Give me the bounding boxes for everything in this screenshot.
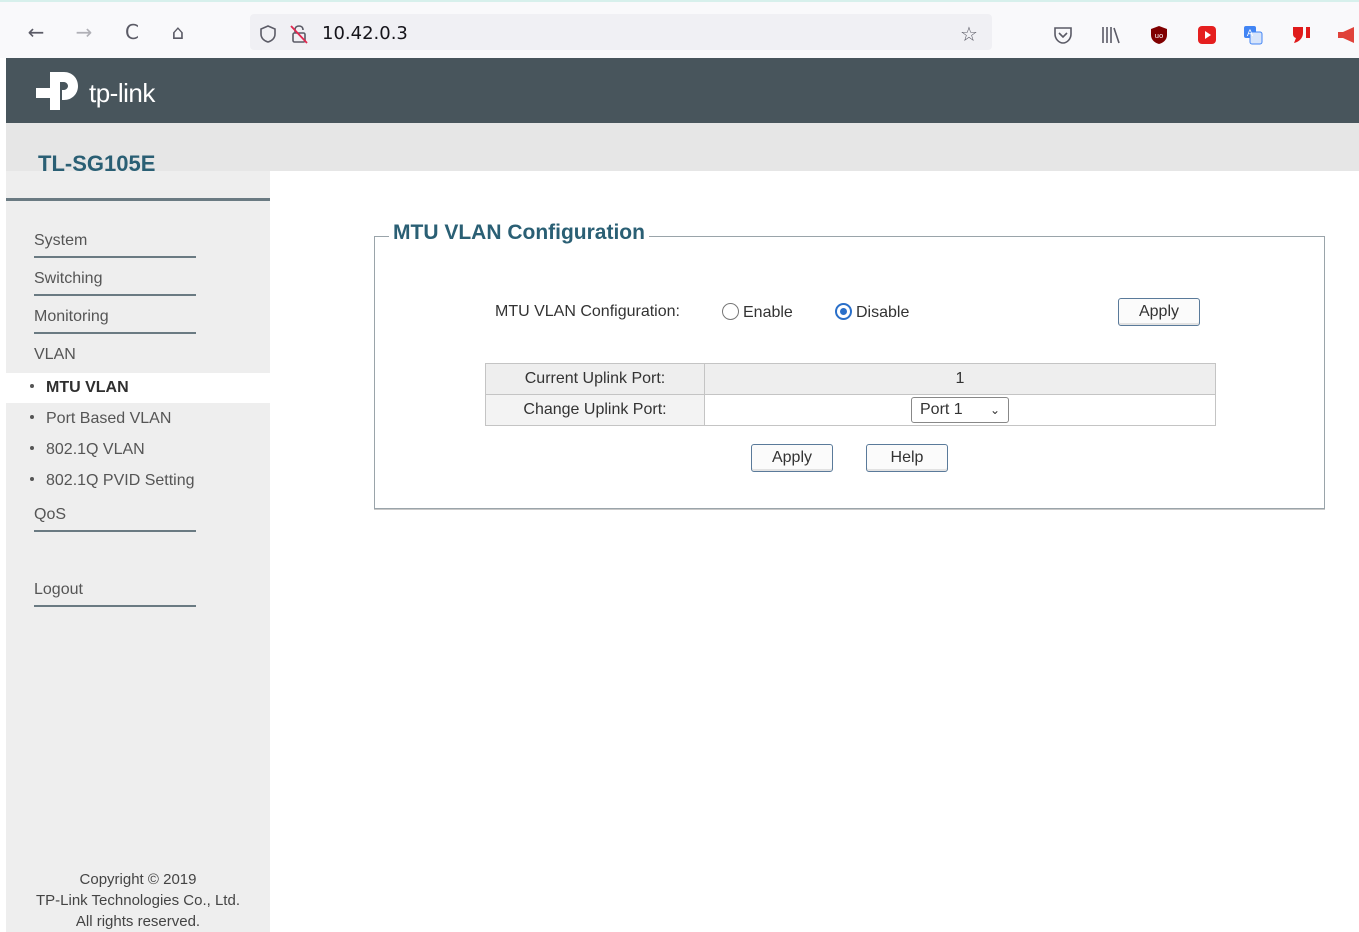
uplink-port-selected: Port 1 — [920, 401, 963, 418]
disable-label: Disable — [856, 304, 910, 321]
brand-name: tp-link — [89, 78, 155, 108]
home-icon[interactable]: ⌂ — [166, 20, 190, 44]
copyright-line: TP-Link Technologies Co., Ltd. — [35, 892, 240, 909]
copyright-line: Copyright © 2019 — [79, 871, 197, 888]
sidebar-item-monitoring[interactable]: Monitoring — [34, 308, 196, 334]
sidebar-item-switching[interactable]: Switching — [34, 270, 196, 296]
radio-disable-circle[interactable] — [835, 303, 852, 320]
back-icon[interactable]: ← — [24, 20, 48, 44]
url-text[interactable]: 10.42.0.3 — [322, 23, 408, 44]
copyright: Copyright © 2019 TP-Link Technologies Co… — [6, 869, 270, 932]
sidebar-item-qos[interactable]: QoS — [34, 506, 196, 532]
megaphone-icon[interactable] — [1336, 24, 1358, 46]
apply-mode-button[interactable]: Apply — [1118, 298, 1200, 326]
reload-icon[interactable]: C — [120, 20, 144, 44]
sidebar-item-vlan[interactable]: VLAN — [34, 346, 76, 364]
copyright-line: All rights reserved. — [75, 913, 201, 930]
bullet-icon — [30, 384, 34, 389]
uplink-port-select[interactable]: Port 1 ⌄ — [911, 397, 1009, 423]
sidebar-divider — [6, 198, 270, 201]
table-row: Current Uplink Port: 1 — [485, 363, 1216, 395]
sidebar-subitem-label: MTU VLAN — [46, 379, 129, 396]
radio-enable-circle[interactable] — [722, 303, 739, 320]
sidebar-subitem-label: 802.1Q VLAN — [46, 441, 145, 458]
insecure-lock-icon[interactable] — [288, 23, 310, 45]
change-uplink-cell: Port 1 ⌄ — [704, 394, 1216, 426]
sidebar-subitem-8021q-vlan[interactable]: 802.1Q VLAN — [6, 435, 270, 465]
bullet-icon — [30, 477, 34, 482]
bookmark-star-icon[interactable]: ☆ — [960, 22, 978, 46]
current-uplink-value: 1 — [704, 363, 1216, 395]
library-icon[interactable] — [1100, 24, 1122, 46]
panel-title: MTU VLAN Configuration — [389, 221, 649, 245]
bullet-icon — [30, 415, 34, 420]
bullet-icon — [30, 446, 34, 451]
model-header: TL-SG105E — [6, 123, 1359, 176]
apply-uplink-button[interactable]: Apply — [751, 444, 833, 472]
enable-radio[interactable]: Enable — [722, 303, 793, 322]
pocket-icon[interactable] — [1052, 24, 1074, 46]
uplink-port-table: Current Uplink Port: 1 Change Uplink Por… — [485, 363, 1216, 426]
sidebar-item-system[interactable]: System — [34, 232, 196, 258]
ublock-origin-icon[interactable]: uo — [1148, 24, 1170, 46]
translate-icon[interactable]: A — [1242, 24, 1264, 46]
svg-text:A: A — [1247, 29, 1254, 39]
address-bar[interactable]: 10.42.0.3 ☆ — [250, 14, 992, 50]
sidebar: System Switching Monitoring VLAN MTU VLA… — [6, 171, 270, 932]
sidebar-subitem-mtu-vlan[interactable]: MTU VLAN — [6, 373, 270, 403]
mtu-vlan-config-label: MTU VLAN Configuration: — [495, 303, 680, 320]
shield-icon — [260, 25, 276, 43]
sidebar-subitem-label: Port Based VLAN — [46, 410, 172, 427]
red-extension-icon[interactable] — [1290, 23, 1314, 47]
tplink-header: tp-link — [6, 58, 1359, 123]
current-uplink-label: Current Uplink Port: — [485, 363, 705, 395]
forward-icon[interactable]: → — [72, 20, 96, 44]
sidebar-subitem-port-based-vlan[interactable]: Port Based VLAN — [6, 404, 270, 434]
svg-text:uo: uo — [1155, 32, 1164, 40]
sidebar-subitem-label: 802.1Q PVID Setting — [46, 472, 195, 489]
help-button[interactable]: Help — [866, 444, 948, 472]
mtu-vlan-config-panel: MTU VLAN Configuration MTU VLAN Configur… — [374, 221, 1325, 509]
enable-label: Enable — [743, 304, 793, 321]
chevron-down-icon: ⌄ — [989, 403, 1000, 417]
sidebar-item-logout[interactable]: Logout — [34, 581, 196, 607]
browser-toolbar: ← → C ⌂ 10.42.0.3 ☆ uo A — [0, 0, 1359, 58]
disable-radio[interactable]: Disable — [835, 303, 909, 322]
tplink-logo-icon — [36, 72, 78, 110]
youtube-extension-icon[interactable] — [1196, 24, 1218, 46]
table-row: Change Uplink Port: Port 1 ⌄ — [485, 394, 1216, 426]
change-uplink-label: Change Uplink Port: — [485, 394, 705, 426]
sidebar-subitem-8021q-pvid[interactable]: 802.1Q PVID Setting — [6, 466, 270, 496]
